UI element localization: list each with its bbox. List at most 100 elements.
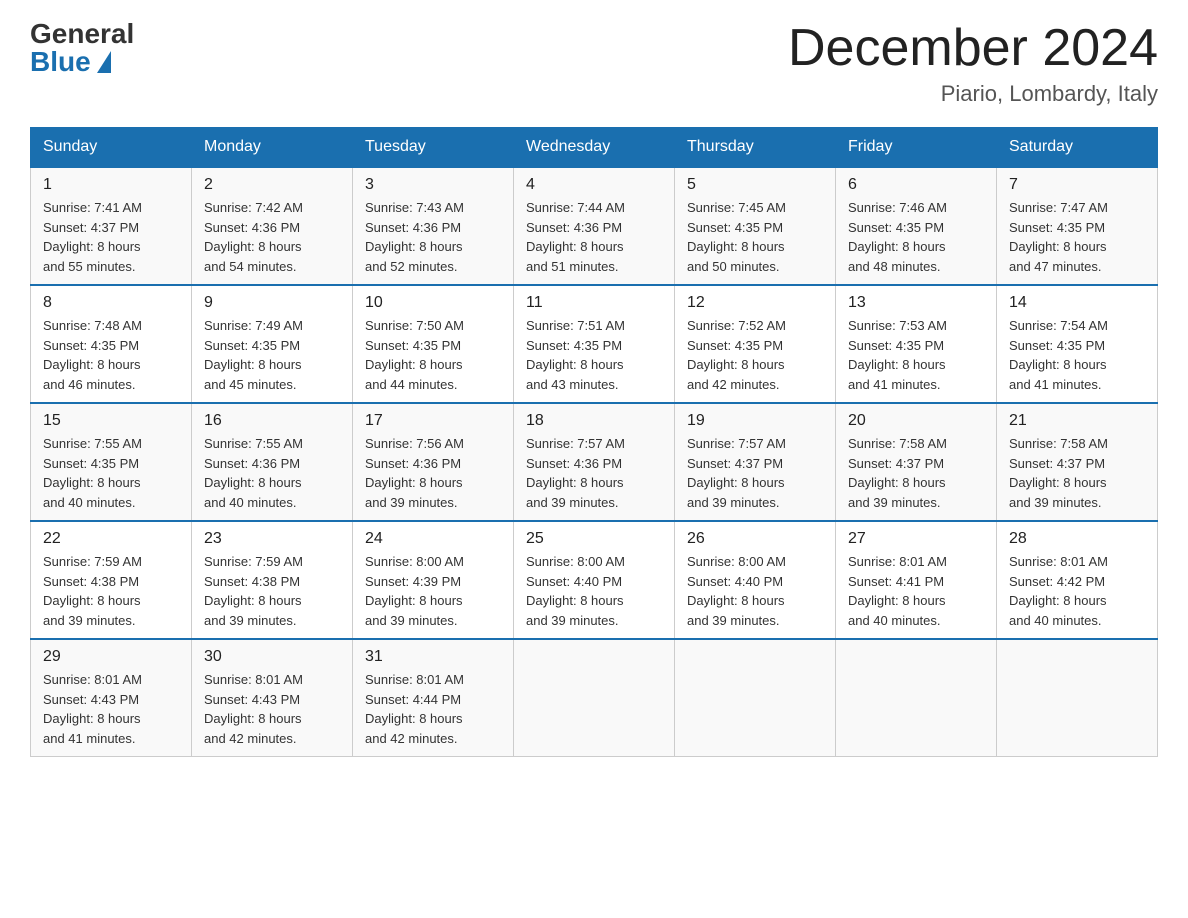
- day-number: 28: [1009, 530, 1145, 548]
- calendar-cell: 15 Sunrise: 7:55 AM Sunset: 4:35 PM Dayl…: [31, 403, 192, 521]
- day-info: Sunrise: 7:51 AM Sunset: 4:35 PM Dayligh…: [526, 316, 662, 394]
- day-number: 1: [43, 176, 179, 194]
- day-number: 26: [687, 530, 823, 548]
- calendar-cell: 20 Sunrise: 7:58 AM Sunset: 4:37 PM Dayl…: [836, 403, 997, 521]
- day-info: Sunrise: 7:48 AM Sunset: 4:35 PM Dayligh…: [43, 316, 179, 394]
- calendar-cell: 31 Sunrise: 8:01 AM Sunset: 4:44 PM Dayl…: [353, 639, 514, 757]
- calendar-cell: 9 Sunrise: 7:49 AM Sunset: 4:35 PM Dayli…: [192, 285, 353, 403]
- day-info: Sunrise: 7:56 AM Sunset: 4:36 PM Dayligh…: [365, 434, 501, 512]
- day-number: 7: [1009, 176, 1145, 194]
- calendar-cell: 26 Sunrise: 8:00 AM Sunset: 4:40 PM Dayl…: [675, 521, 836, 639]
- day-info: Sunrise: 7:55 AM Sunset: 4:36 PM Dayligh…: [204, 434, 340, 512]
- column-header-monday: Monday: [192, 128, 353, 168]
- calendar-cell: 22 Sunrise: 7:59 AM Sunset: 4:38 PM Dayl…: [31, 521, 192, 639]
- column-header-sunday: Sunday: [31, 128, 192, 168]
- calendar-cell: [514, 639, 675, 757]
- day-number: 24: [365, 530, 501, 548]
- calendar-week-row: 29 Sunrise: 8:01 AM Sunset: 4:43 PM Dayl…: [31, 639, 1158, 757]
- calendar-cell: 7 Sunrise: 7:47 AM Sunset: 4:35 PM Dayli…: [997, 167, 1158, 285]
- calendar-cell: 4 Sunrise: 7:44 AM Sunset: 4:36 PM Dayli…: [514, 167, 675, 285]
- day-number: 20: [848, 412, 984, 430]
- calendar-body: 1 Sunrise: 7:41 AM Sunset: 4:37 PM Dayli…: [31, 167, 1158, 757]
- calendar-cell: 16 Sunrise: 7:55 AM Sunset: 4:36 PM Dayl…: [192, 403, 353, 521]
- day-number: 18: [526, 412, 662, 430]
- calendar-cell: 1 Sunrise: 7:41 AM Sunset: 4:37 PM Dayli…: [31, 167, 192, 285]
- calendar-header-row: SundayMondayTuesdayWednesdayThursdayFrid…: [31, 128, 1158, 168]
- month-title: December 2024: [788, 20, 1158, 77]
- day-info: Sunrise: 8:01 AM Sunset: 4:44 PM Dayligh…: [365, 670, 501, 748]
- day-info: Sunrise: 7:49 AM Sunset: 4:35 PM Dayligh…: [204, 316, 340, 394]
- calendar-week-row: 1 Sunrise: 7:41 AM Sunset: 4:37 PM Dayli…: [31, 167, 1158, 285]
- day-info: Sunrise: 8:00 AM Sunset: 4:39 PM Dayligh…: [365, 552, 501, 630]
- column-header-thursday: Thursday: [675, 128, 836, 168]
- day-number: 25: [526, 530, 662, 548]
- day-info: Sunrise: 7:43 AM Sunset: 4:36 PM Dayligh…: [365, 198, 501, 276]
- calendar-cell: 13 Sunrise: 7:53 AM Sunset: 4:35 PM Dayl…: [836, 285, 997, 403]
- day-number: 4: [526, 176, 662, 194]
- day-info: Sunrise: 8:01 AM Sunset: 4:43 PM Dayligh…: [43, 670, 179, 748]
- day-number: 11: [526, 294, 662, 312]
- column-header-tuesday: Tuesday: [353, 128, 514, 168]
- calendar-week-row: 8 Sunrise: 7:48 AM Sunset: 4:35 PM Dayli…: [31, 285, 1158, 403]
- column-header-saturday: Saturday: [997, 128, 1158, 168]
- calendar-cell: 10 Sunrise: 7:50 AM Sunset: 4:35 PM Dayl…: [353, 285, 514, 403]
- day-number: 19: [687, 412, 823, 430]
- day-number: 9: [204, 294, 340, 312]
- day-info: Sunrise: 7:57 AM Sunset: 4:37 PM Dayligh…: [687, 434, 823, 512]
- calendar-cell: 29 Sunrise: 8:01 AM Sunset: 4:43 PM Dayl…: [31, 639, 192, 757]
- day-info: Sunrise: 7:58 AM Sunset: 4:37 PM Dayligh…: [1009, 434, 1145, 512]
- day-number: 14: [1009, 294, 1145, 312]
- calendar-cell: 18 Sunrise: 7:57 AM Sunset: 4:36 PM Dayl…: [514, 403, 675, 521]
- day-info: Sunrise: 7:46 AM Sunset: 4:35 PM Dayligh…: [848, 198, 984, 276]
- calendar-cell: 6 Sunrise: 7:46 AM Sunset: 4:35 PM Dayli…: [836, 167, 997, 285]
- day-info: Sunrise: 7:47 AM Sunset: 4:35 PM Dayligh…: [1009, 198, 1145, 276]
- day-number: 22: [43, 530, 179, 548]
- title-block: December 2024 Piario, Lombardy, Italy: [788, 20, 1158, 107]
- day-number: 3: [365, 176, 501, 194]
- calendar-cell: [836, 639, 997, 757]
- calendar-cell: 24 Sunrise: 8:00 AM Sunset: 4:39 PM Dayl…: [353, 521, 514, 639]
- calendar-cell: 19 Sunrise: 7:57 AM Sunset: 4:37 PM Dayl…: [675, 403, 836, 521]
- day-info: Sunrise: 8:00 AM Sunset: 4:40 PM Dayligh…: [687, 552, 823, 630]
- day-number: 15: [43, 412, 179, 430]
- day-number: 8: [43, 294, 179, 312]
- logo: General Blue: [30, 20, 134, 76]
- day-info: Sunrise: 7:42 AM Sunset: 4:36 PM Dayligh…: [204, 198, 340, 276]
- day-number: 31: [365, 648, 501, 666]
- calendar-cell: 25 Sunrise: 8:00 AM Sunset: 4:40 PM Dayl…: [514, 521, 675, 639]
- day-info: Sunrise: 7:41 AM Sunset: 4:37 PM Dayligh…: [43, 198, 179, 276]
- calendar-cell: 2 Sunrise: 7:42 AM Sunset: 4:36 PM Dayli…: [192, 167, 353, 285]
- calendar-cell: 12 Sunrise: 7:52 AM Sunset: 4:35 PM Dayl…: [675, 285, 836, 403]
- day-number: 12: [687, 294, 823, 312]
- page-header: General Blue December 2024 Piario, Lomba…: [30, 20, 1158, 107]
- calendar-week-row: 22 Sunrise: 7:59 AM Sunset: 4:38 PM Dayl…: [31, 521, 1158, 639]
- calendar-cell: 17 Sunrise: 7:56 AM Sunset: 4:36 PM Dayl…: [353, 403, 514, 521]
- calendar-cell: 27 Sunrise: 8:01 AM Sunset: 4:41 PM Dayl…: [836, 521, 997, 639]
- column-header-friday: Friday: [836, 128, 997, 168]
- calendar-cell: [997, 639, 1158, 757]
- day-info: Sunrise: 7:44 AM Sunset: 4:36 PM Dayligh…: [526, 198, 662, 276]
- calendar-week-row: 15 Sunrise: 7:55 AM Sunset: 4:35 PM Dayl…: [31, 403, 1158, 521]
- day-info: Sunrise: 8:00 AM Sunset: 4:40 PM Dayligh…: [526, 552, 662, 630]
- day-number: 2: [204, 176, 340, 194]
- day-info: Sunrise: 7:50 AM Sunset: 4:35 PM Dayligh…: [365, 316, 501, 394]
- day-number: 10: [365, 294, 501, 312]
- calendar-cell: 28 Sunrise: 8:01 AM Sunset: 4:42 PM Dayl…: [997, 521, 1158, 639]
- day-info: Sunrise: 7:45 AM Sunset: 4:35 PM Dayligh…: [687, 198, 823, 276]
- logo-triangle-icon: [97, 51, 111, 73]
- calendar-cell: 14 Sunrise: 7:54 AM Sunset: 4:35 PM Dayl…: [997, 285, 1158, 403]
- day-number: 6: [848, 176, 984, 194]
- column-header-wednesday: Wednesday: [514, 128, 675, 168]
- calendar-cell: 11 Sunrise: 7:51 AM Sunset: 4:35 PM Dayl…: [514, 285, 675, 403]
- day-info: Sunrise: 7:58 AM Sunset: 4:37 PM Dayligh…: [848, 434, 984, 512]
- day-info: Sunrise: 7:59 AM Sunset: 4:38 PM Dayligh…: [204, 552, 340, 630]
- calendar-cell: 30 Sunrise: 8:01 AM Sunset: 4:43 PM Dayl…: [192, 639, 353, 757]
- day-info: Sunrise: 7:57 AM Sunset: 4:36 PM Dayligh…: [526, 434, 662, 512]
- day-number: 30: [204, 648, 340, 666]
- day-number: 21: [1009, 412, 1145, 430]
- day-number: 27: [848, 530, 984, 548]
- calendar-cell: 5 Sunrise: 7:45 AM Sunset: 4:35 PM Dayli…: [675, 167, 836, 285]
- day-info: Sunrise: 8:01 AM Sunset: 4:41 PM Dayligh…: [848, 552, 984, 630]
- day-number: 13: [848, 294, 984, 312]
- location-subtitle: Piario, Lombardy, Italy: [788, 81, 1158, 107]
